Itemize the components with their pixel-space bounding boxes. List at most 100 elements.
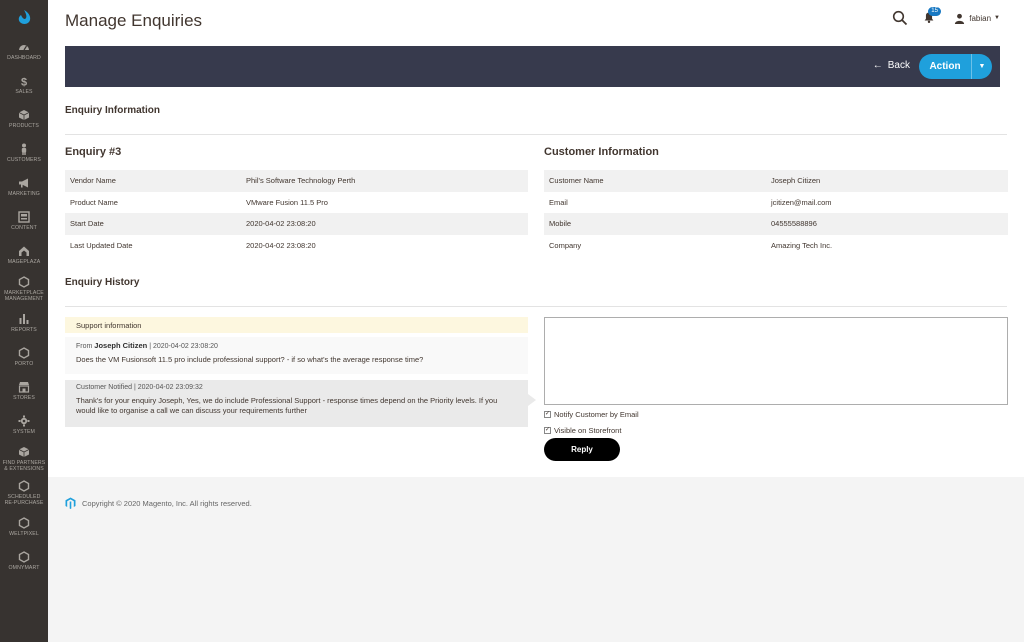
info-label: Last Updated Date — [70, 240, 133, 250]
sidebar-item-scheduled-re-purchase[interactable]: SCHEDULED RE-PURCHASE — [0, 476, 48, 510]
megaphone-icon — [18, 178, 30, 189]
page-actions-bar: ← Back Action ▼ — [65, 46, 1000, 87]
info-row: Company Amazing Tech Inc. — [544, 235, 1008, 257]
logo-icon — [18, 9, 31, 24]
caret-down-icon: ▼ — [994, 15, 1000, 21]
bar-chart-icon — [18, 314, 30, 325]
topbar-actions: 15 fabian ▼ — [892, 7, 1000, 26]
search-icon[interactable] — [892, 10, 908, 26]
history-message: Customer Notified | 2020-04-02 23:09:32 … — [65, 380, 536, 427]
sidebar-item-reports[interactable]: REPORTS — [0, 306, 48, 340]
reply-textarea[interactable] — [544, 317, 1008, 405]
gear-icon — [18, 415, 30, 427]
enquiry-details-table: Vendor Name Phil's Software Technology Pe… — [65, 170, 528, 256]
sidebar-item-label: OMNYMART — [8, 564, 40, 571]
sidebar-item-label: WELTPIXEL — [9, 530, 39, 537]
divider — [65, 306, 1007, 307]
info-row: Last Updated Date 2020-04-02 23:08:20 — [65, 235, 528, 257]
sidebar-item-label: DASHBOARD — [7, 54, 41, 61]
message-body: Thank's for your enquiry Joseph, Yes, we… — [76, 396, 498, 415]
message-meta: From Joseph Citizen | 2020-04-02 23:08:2… — [76, 341, 517, 350]
sidebar-item-weltpixel[interactable]: WELTPIXEL — [0, 510, 48, 544]
chevron-down-icon[interactable]: ▼ — [972, 63, 992, 70]
hexagon-icon — [18, 347, 30, 359]
cube-icon — [18, 110, 30, 121]
message-meta: Customer Notified | 2020-04-02 23:09:32 — [76, 384, 203, 391]
sidebar-item-label: REPORTS — [11, 326, 37, 333]
info-value: Amazing Tech Inc. — [771, 240, 833, 250]
info-value: Phil's Software Technology Perth — [241, 170, 528, 192]
sidebar-item-sales[interactable]: $ SALES — [0, 68, 48, 102]
sidebar-item-system[interactable]: SYSTEM — [0, 408, 48, 442]
sidebar-item-customers[interactable]: CUSTOMERS — [0, 136, 48, 170]
sidebar-item-find-partners-extensions[interactable]: FIND PARTNERS & EXTENSIONS — [0, 442, 48, 476]
notify-customer-label: Notify Customer by Email — [554, 410, 639, 419]
info-row: Email jcitizen@mail.com — [544, 192, 1008, 214]
user-icon — [955, 13, 965, 24]
message-date: | 2020-04-02 23:08:20 — [149, 343, 218, 350]
sidebar-item-omnymart[interactable]: OMNYMART — [0, 544, 48, 578]
info-row: Vendor Name Phil's Software Technology Pe… — [65, 170, 528, 192]
info-label: Vendor Name — [65, 170, 241, 192]
sidebar-item-label: FIND PARTNERS & EXTENSIONS — [2, 459, 46, 472]
sidebar-item-products[interactable]: PRODUCTS — [0, 102, 48, 136]
visible-storefront-checkbox[interactable]: ✓ — [544, 427, 551, 434]
sidebar-item-label: SALES — [15, 88, 33, 95]
info-label: Email — [549, 197, 568, 207]
magento-footer-logo-icon — [65, 497, 76, 509]
action-button-label[interactable]: Action — [919, 61, 971, 72]
magento-logo[interactable] — [0, 0, 48, 34]
enquiry-number-title: Enquiry #3 — [65, 146, 122, 158]
info-row: Product Name VMware Fusion 11.5 Pro — [65, 192, 528, 214]
info-label: Company — [549, 240, 582, 250]
info-value: 2020-04-02 23:08:20 — [246, 240, 316, 250]
sidebar-item-label: SCHEDULED RE-PURCHASE — [4, 493, 44, 506]
notify-customer-checkbox-row[interactable]: ✓ Notify Customer by Email — [544, 410, 639, 419]
user-name: fabian — [969, 13, 992, 23]
info-value: VMware Fusion 11.5 Pro — [246, 197, 328, 207]
reply-button[interactable]: Reply — [544, 438, 620, 461]
message-body: Does the VM Fusionsoft 11.5 pro include … — [76, 355, 424, 364]
sidebar-item-label: MARKETPLACE MANAGEMENT — [4, 289, 44, 302]
notify-customer-checkbox[interactable]: ✓ — [544, 411, 551, 418]
store-icon — [18, 382, 30, 393]
info-value: Joseph Citizen — [766, 170, 1008, 192]
sidebar-item-label: PRODUCTS — [9, 122, 39, 129]
action-split-button[interactable]: Action ▼ — [919, 54, 992, 79]
sidebar-item-porto[interactable]: PORTO — [0, 340, 48, 374]
visible-storefront-label: Visible on Storefront — [554, 426, 622, 435]
sidebar-item-label: MARKETING — [8, 190, 40, 197]
info-label: Customer Name — [544, 170, 766, 192]
info-label: Product Name — [70, 197, 118, 207]
mageplaza-icon — [18, 246, 30, 257]
info-label: Start Date — [65, 213, 241, 235]
extensions-icon — [18, 447, 30, 458]
info-value: 2020-04-02 23:08:20 — [241, 213, 528, 235]
sidebar-item-label: SYSTEM — [13, 428, 35, 435]
sidebar-item-stores[interactable]: STORES — [0, 374, 48, 408]
page-footer: Copyright © 2020 Magento, Inc. All right… — [65, 497, 252, 509]
sidebar-item-label: PORTO — [14, 360, 34, 367]
back-button-label: Back — [887, 60, 910, 71]
sidebar-item-mageplaza[interactable]: MAGEPLAZA — [0, 238, 48, 272]
visible-storefront-checkbox-row[interactable]: ✓ Visible on Storefront — [544, 426, 621, 435]
page-title: Manage Enquiries — [65, 11, 203, 30]
enquiry-information-heading: Enquiry Information — [65, 105, 160, 116]
user-menu[interactable]: fabian ▼ — [954, 13, 1000, 24]
sidebar-item-content[interactable]: CONTENT — [0, 204, 48, 238]
hexagon-icon — [18, 276, 30, 288]
sidebar-item-dashboard[interactable]: DASHBOARD — [0, 34, 48, 68]
sidebar-item-marketing[interactable]: MARKETING — [0, 170, 48, 204]
dashboard-icon — [18, 42, 30, 53]
history-message: From Joseph Citizen | 2020-04-02 23:08:2… — [65, 337, 528, 374]
message-from-prefix: From — [76, 343, 93, 350]
back-button[interactable]: ← Back — [873, 60, 910, 71]
hexagon-icon — [18, 551, 30, 563]
admin-sidebar: DASHBOARD $ SALES PRODUCTS CUSTOMERS MARKETIN… — [0, 0, 48, 642]
info-row: Customer Name Joseph Citizen — [544, 170, 1008, 192]
notifications-button[interactable]: 15 — [922, 7, 941, 26]
sidebar-item-marketplace-management[interactable]: MARKETPLACE MANAGEMENT — [0, 272, 48, 306]
enquiry-history-heading: Enquiry History — [65, 277, 140, 288]
info-value: jcitizen@mail.com — [771, 197, 832, 207]
info-row: Mobile 04555588896 — [544, 213, 1008, 235]
